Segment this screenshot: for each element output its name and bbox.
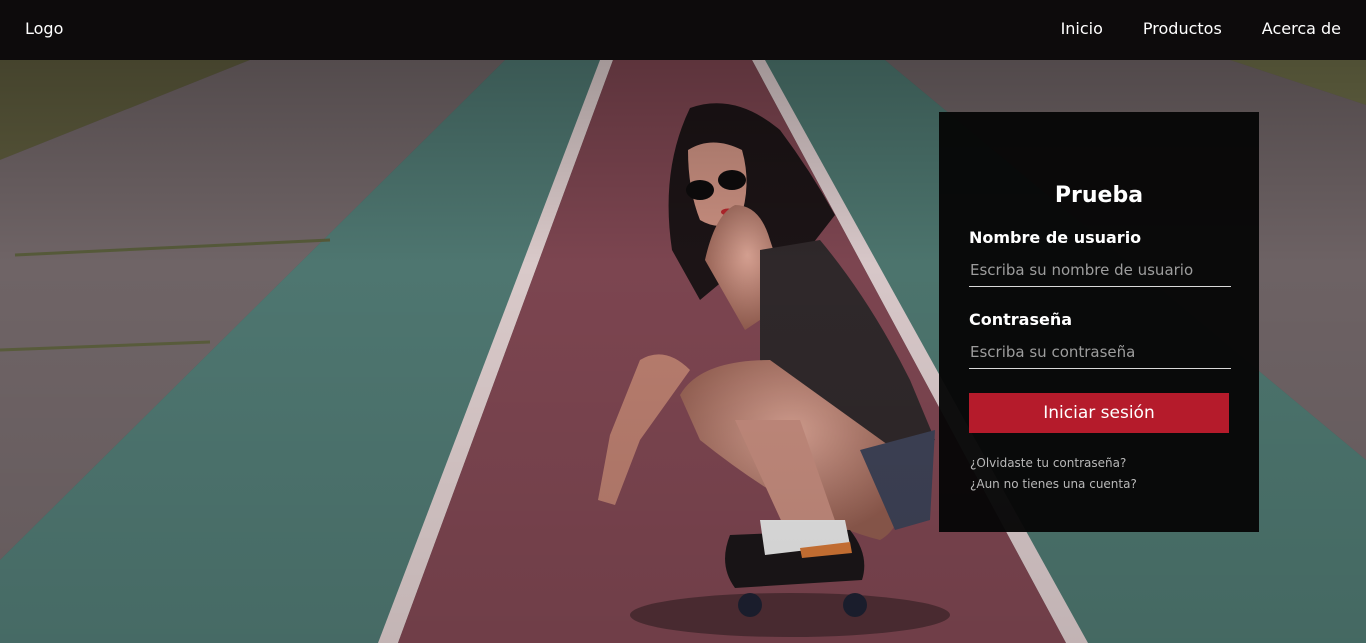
password-input[interactable]: [969, 335, 1231, 369]
nav-link-productos[interactable]: Productos: [1143, 19, 1222, 39]
top-navbar: Logo Inicio Productos Acerca de: [0, 0, 1366, 60]
nav-link-acerca-de[interactable]: Acerca de: [1262, 19, 1341, 39]
forgot-password-link[interactable]: ¿Olvidaste tu contraseña?: [970, 456, 1126, 471]
nav-link-inicio[interactable]: Inicio: [1061, 19, 1103, 39]
main-nav: Inicio Productos Acerca de: [1061, 19, 1341, 39]
login-title: Prueba: [1054, 183, 1144, 208]
register-link[interactable]: ¿Aun no tienes una cuenta?: [970, 477, 1137, 492]
login-page: Logo Inicio Productos Acerca de Prueba N…: [0, 0, 1366, 643]
login-button[interactable]: Iniciar sesión: [969, 393, 1229, 433]
login-card: Prueba Nombre de usuario Contraseña Inic…: [939, 112, 1259, 532]
logo[interactable]: Logo: [25, 19, 63, 39]
username-input[interactable]: [969, 253, 1231, 287]
password-label: Contraseña: [969, 310, 1073, 329]
username-label: Nombre de usuario: [969, 228, 1142, 247]
